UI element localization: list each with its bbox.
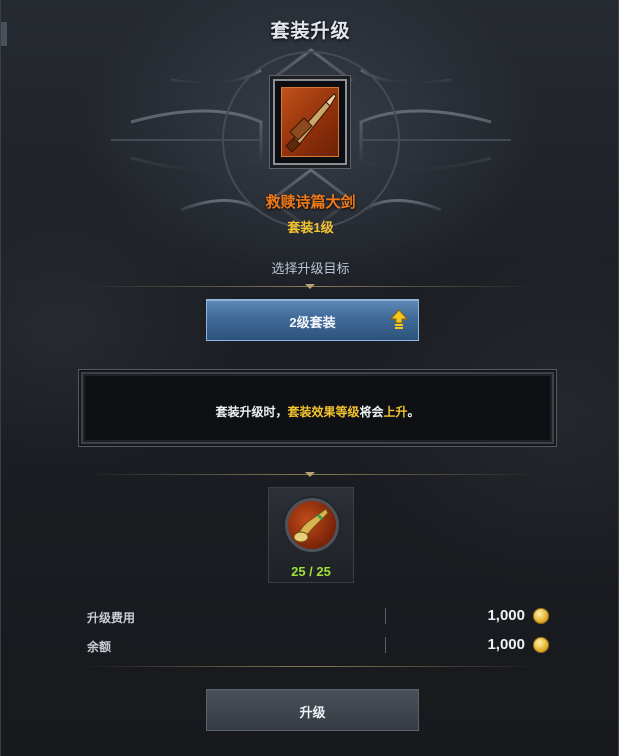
material-count: 25 / 25 (291, 564, 331, 579)
item-name: 救赎诗篇大剑 (265, 194, 356, 211)
set-upgrade-panel: 套装升级 救赎诗篇大剑 套装1级 选择升级目标 2级套装 套装升级时，套装效果等… (0, 0, 619, 756)
info-highlight-effect: 套装效果等级 (287, 405, 360, 419)
material-slot[interactable]: 25 / 25 (268, 487, 354, 583)
target-level-label: 2级套装 (289, 315, 336, 330)
cost-row: 升级费用 1,000 (87, 607, 549, 627)
divider-bottom (81, 666, 540, 667)
upgrade-arrow-icon (390, 309, 408, 329)
info-text-2: 将会 (359, 405, 384, 419)
divider-notch (305, 284, 315, 289)
upgrade-button-label: 升级 (299, 705, 326, 720)
select-target-label: 选择升级目标 (271, 261, 350, 276)
upgrade-button[interactable]: 升级 (206, 689, 419, 731)
divider-notch-middle (305, 472, 315, 477)
cost-value: 1,000 (487, 607, 525, 624)
info-text-1: 套装升级时， (215, 405, 288, 419)
cost-label: 升级费用 (87, 611, 136, 625)
balance-row: 余额 1,000 (87, 636, 549, 656)
greatsword-icon (281, 87, 339, 157)
info-message: 套装升级时，套装效果等级将会上升。 (83, 403, 552, 420)
info-highlight-rise: 上升 (383, 405, 408, 419)
target-level-button[interactable]: 2级套装 (206, 299, 419, 341)
info-box: 套装升级时，套装效果等级将会上升。 (81, 372, 554, 444)
gold-coin-icon (533, 608, 549, 624)
balance-label: 余额 (87, 640, 112, 654)
equipment-slot[interactable] (273, 79, 347, 165)
gold-coin-icon (533, 637, 549, 653)
item-set-level: 套装1级 (287, 220, 334, 235)
horn-icon (285, 498, 339, 552)
cost-separator (385, 608, 386, 624)
info-text-3: 。 (407, 405, 420, 419)
balance-value: 1,000 (487, 636, 525, 653)
panel-title: 套装升级 (270, 21, 351, 42)
balance-separator (385, 637, 386, 653)
